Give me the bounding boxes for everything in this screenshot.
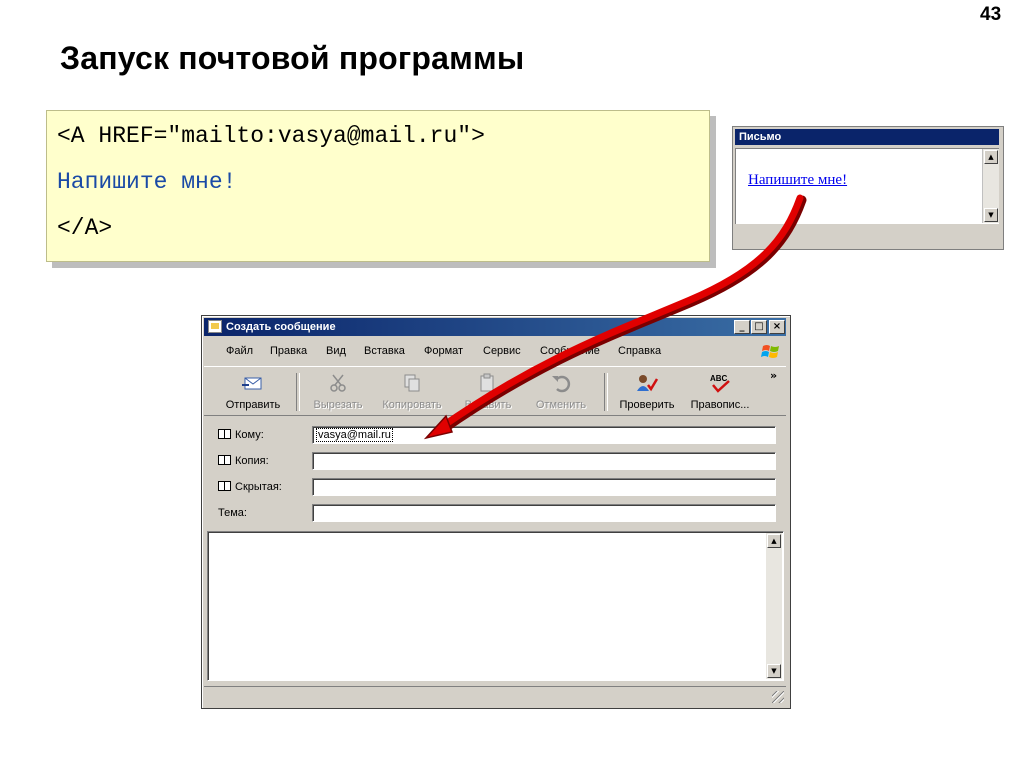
spelling-label: Правопис... [690,399,750,411]
copy-button[interactable]: Копировать [376,369,448,413]
menu-help[interactable]: Справка [618,345,661,357]
paste-label: Вставить [464,399,512,411]
code-example-box: <A HREF="mailto:vasya@mail.ru"> Напишите… [46,110,710,262]
spelling-button[interactable]: ABC Правопис... [684,369,756,413]
paste-button[interactable]: Вставить [456,369,520,413]
maximize-button[interactable]: □ [751,320,767,334]
menu-insert[interactable]: Вставка [364,345,405,357]
message-body-editor[interactable]: ▲ ▼ [207,531,784,681]
cc-label: Копия: [235,455,269,467]
menu-tools[interactable]: Сервис [483,345,521,357]
status-bar [204,686,786,705]
resize-grip-icon[interactable] [772,691,784,703]
toolbar-separator [604,373,608,411]
minimize-button[interactable]: _ [734,320,750,334]
cc-field[interactable] [312,452,776,470]
spelling-abc-text: ABC [710,374,728,383]
address-book-icon [218,455,231,465]
check-names-icon [637,375,659,392]
slide-number: 43 [980,4,1002,25]
mailto-link[interactable]: Напишите мне! [748,172,847,189]
address-book-icon [218,429,231,439]
bcc-label: Скрытая: [235,481,282,493]
to-field-value: vasya@mail.ru [316,428,393,442]
scissors-icon [330,374,346,392]
menu-edit[interactable]: Правка [270,345,307,357]
cut-label: Вырезать [313,399,363,411]
spelling-icon: ABC [710,374,730,393]
browser-preview-scrollbar[interactable]: ▲ ▼ [982,149,999,223]
paste-icon [480,373,494,392]
to-label: Кому: [235,429,264,441]
code-line-link-text: Напишите мне! [57,169,237,195]
check-names-label: Проверить [619,399,675,411]
copy-label: Копировать [382,399,442,411]
subject-label: Тема: [218,507,247,519]
bcc-label-wrap[interactable]: Скрытая: [218,481,282,493]
browser-preview-title: Письмо [735,129,999,145]
check-names-button[interactable]: Проверить [612,369,682,413]
send-icon [242,377,262,390]
undo-label: Отменить [535,399,587,411]
copy-icon [404,374,420,392]
slide-title: Запуск почтовой программы [60,40,525,76]
compose-window-title: Создать сообщение [226,321,336,333]
send-button[interactable]: Отправить [218,369,288,413]
toolbar-overflow-icon[interactable]: » [770,369,777,382]
menu-message[interactable]: Сообщение [540,345,600,357]
cut-button[interactable]: Вырезать [304,369,372,413]
bcc-field[interactable] [312,478,776,496]
close-button[interactable]: × [769,320,785,334]
code-line-open-tag: <A HREF="mailto:vasya@mail.ru"> [57,123,485,149]
scroll-down-icon[interactable]: ▼ [767,664,781,678]
browser-preview-window: Письмо Напишите мне! ▲ ▼ [732,126,1004,250]
windows-logo-icon [761,345,779,358]
scroll-up-icon[interactable]: ▲ [767,534,781,548]
to-field[interactable]: vasya@mail.ru [312,426,776,444]
to-label-wrap[interactable]: Кому: [218,429,264,441]
menu-bar: Файл Правка Вид Вставка Формат Сервис Со… [204,342,786,362]
menu-view[interactable]: Вид [326,345,346,357]
subject-field[interactable] [312,504,776,522]
scroll-up-icon[interactable]: ▲ [984,150,998,164]
browser-preview-body: Напишите мне! ▲ ▼ [735,148,999,224]
menu-format[interactable]: Формат [424,345,463,357]
address-book-icon [218,481,231,491]
toolbar: Отправить Вырезать Копировать Вставить О… [204,366,786,416]
body-scrollbar[interactable]: ▲ ▼ [766,533,782,679]
undo-icon [552,375,571,393]
compose-message-window: Создать сообщение _ □ × Файл Правка Вид … [201,315,791,709]
message-header: Кому: vasya@mail.ru Копия: Скрытая: Тема… [204,420,786,524]
toolbar-separator [296,373,300,411]
undo-button[interactable]: Отменить [526,369,596,413]
cc-label-wrap[interactable]: Копия: [218,455,269,467]
menu-file[interactable]: Файл [226,345,253,357]
compose-title-bar: Создать сообщение _ □ × [204,318,786,336]
new-message-icon [208,320,222,333]
code-line-close-tag: </A> [57,215,113,241]
send-label: Отправить [225,399,281,411]
scroll-down-icon[interactable]: ▼ [984,208,998,222]
